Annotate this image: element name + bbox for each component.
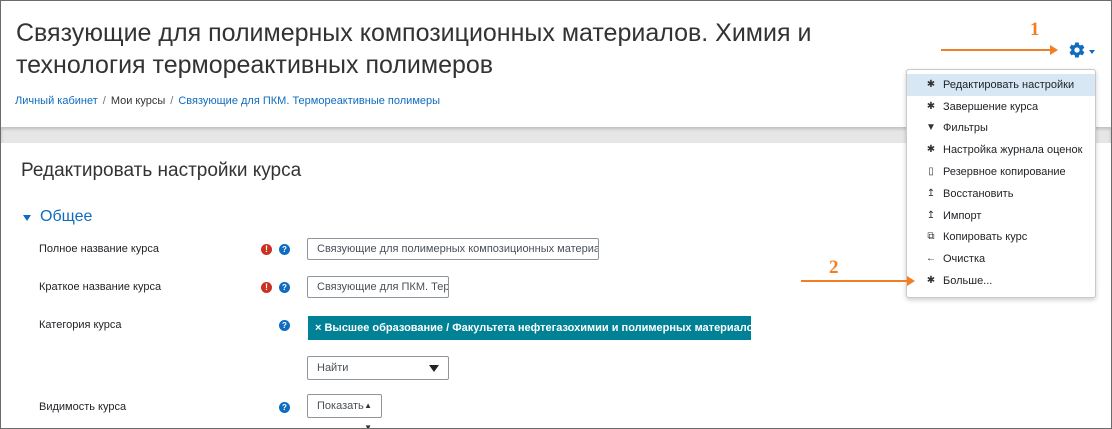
section-general-toggle[interactable]: Общее	[23, 208, 92, 226]
page-frame: Связующие для полимерных композиционных …	[0, 0, 1112, 429]
course-actions-menu: ✱ Редактировать настройки ✱ Завершение к…	[906, 69, 1096, 298]
help-icon[interactable]: ?	[279, 402, 290, 413]
category-label: Категория курса	[39, 319, 122, 331]
arrow-left-icon: ←	[926, 253, 936, 265]
menu-item-edit-settings[interactable]: ✱ Редактировать настройки	[907, 74, 1095, 96]
filter-icon: ▼	[926, 122, 936, 134]
breadcrumb-my-courses: Мои курсы	[110, 95, 166, 107]
fullname-input[interactable]: Связующие для полимерных композиционных …	[307, 238, 599, 260]
section-general-title: Общее	[40, 208, 93, 225]
annotation-number-1: 1	[1030, 19, 1040, 40]
menu-item-copy-course[interactable]: ⧉ Копировать курс	[907, 227, 1095, 249]
menu-item-label: Резервное копирование	[943, 166, 1066, 179]
breadcrumb-separator: /	[170, 95, 174, 107]
annotation-arrow-2	[801, 276, 915, 286]
visibility-select[interactable]: Показать ▲ ▼	[307, 394, 382, 428]
gear-icon: ✱	[926, 275, 936, 287]
gear-icon: ✱	[926, 144, 936, 156]
help-icon[interactable]: ?	[279, 320, 290, 331]
gear-icon: ✱	[926, 78, 936, 90]
category-selected-tag[interactable]: × Высшее образование / Факультета нефтег…	[308, 316, 760, 340]
gear-icon	[1069, 42, 1085, 58]
menu-item-label: Копировать курс	[943, 231, 1028, 244]
category-search-select[interactable]: Найти	[307, 356, 449, 380]
menu-item-backup[interactable]: ▯ Резервное копирование	[907, 161, 1095, 183]
menu-item-label: Восстановить	[943, 187, 1014, 200]
menu-item-label: Больше...	[943, 275, 993, 288]
menu-item-label: Настройка журнала оценок	[943, 144, 1083, 157]
page-title: Связующие для полимерных композиционных …	[16, 19, 812, 79]
menu-item-import[interactable]: ↥ Импорт	[907, 205, 1095, 227]
chevron-down-icon	[23, 214, 31, 221]
upload-icon: ↥	[926, 187, 936, 199]
menu-item-label: Редактировать настройки	[943, 78, 1075, 91]
category-search-placeholder: Найти	[317, 362, 349, 374]
menu-item-restore[interactable]: ↥ Восстановить	[907, 183, 1095, 205]
menu-item-gradebook-setup[interactable]: ✱ Настройка журнала оценок	[907, 139, 1095, 161]
visibility-value: Показать	[317, 400, 364, 412]
breadcrumb-course-link[interactable]: Связующие для ПКМ. Термореактивные полим…	[178, 95, 440, 107]
menu-item-label: Завершение курса	[943, 100, 1039, 113]
caret-down-icon	[429, 365, 439, 372]
annotation-arrow-1	[941, 45, 1058, 55]
help-icon[interactable]: ?	[279, 282, 290, 293]
course-actions-gear-button[interactable]	[1066, 41, 1102, 61]
help-icon[interactable]: ?	[279, 244, 290, 255]
file-icon: ▯	[928, 166, 934, 178]
breadcrumb: Личный кабинет / Мои курсы / Связующие для П…	[15, 95, 440, 107]
required-icon: !	[261, 244, 272, 255]
menu-item-label: Очистка	[943, 253, 986, 266]
menu-item-course-completion[interactable]: ✱ Завершение курса	[907, 96, 1095, 118]
visibility-label: Видимость курса	[39, 401, 127, 413]
required-icon: !	[261, 282, 272, 293]
breadcrumb-dashboard-link[interactable]: Личный кабинет	[15, 95, 98, 107]
fullname-label: Полное название курса	[39, 243, 159, 255]
menu-item-more[interactable]: ✱ Больше...	[907, 270, 1095, 292]
form-heading: Редактировать настройки курса	[21, 160, 302, 181]
gear-icon: ✱	[926, 100, 936, 112]
import-icon: ↥	[926, 209, 936, 221]
annotation-number-2: 2	[829, 257, 839, 278]
shortname-input[interactable]: Связующие для ПКМ. Тер	[307, 276, 449, 298]
menu-item-filters[interactable]: ▼ Фильтры	[907, 118, 1095, 140]
shortname-label: Краткое название курса	[39, 281, 162, 293]
copy-icon: ⧉	[927, 231, 935, 243]
updown-icon: ▲ ▼	[364, 401, 372, 429]
menu-item-label: Импорт	[943, 209, 982, 222]
chevron-down-icon	[1089, 50, 1095, 54]
breadcrumb-separator: /	[102, 95, 106, 107]
menu-item-label: Фильтры	[943, 122, 988, 135]
menu-item-reset[interactable]: ← Очистка	[907, 248, 1095, 270]
